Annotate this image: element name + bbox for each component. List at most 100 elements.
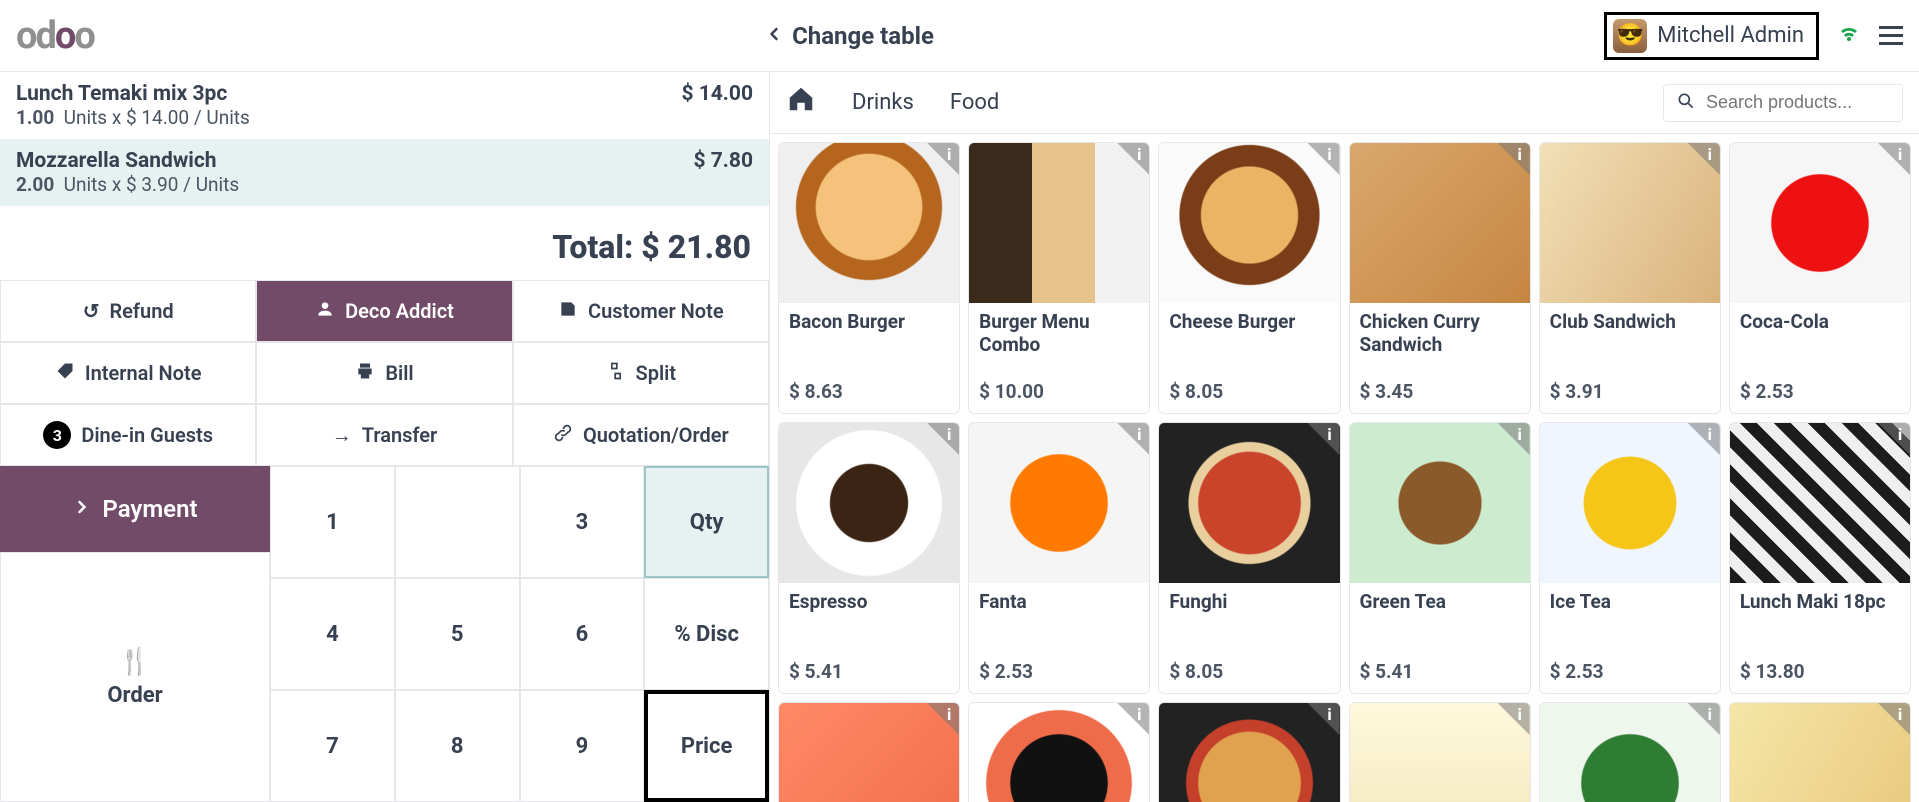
home-icon[interactable] <box>786 84 816 121</box>
product-card[interactable]: i Cheese Burger $ 8.05 <box>1158 142 1340 414</box>
numpad-mode-discount[interactable]: % Disc <box>644 578 769 690</box>
split-icon <box>606 361 626 386</box>
menu-icon[interactable] <box>1879 26 1903 45</box>
product-name: Cheese Burger <box>1159 303 1339 374</box>
numpad-4[interactable]: 4 <box>270 578 395 690</box>
change-table-button[interactable]: Change table <box>94 22 1604 50</box>
product-card[interactable]: i Chicken Curry Sandwich $ 3.45 <box>1349 142 1531 414</box>
app-logo[interactable]: odoo <box>16 14 94 58</box>
product-card[interactable]: i <box>1349 702 1531 802</box>
product-card[interactable]: i Coca-Cola $ 2.53 <box>1729 142 1911 414</box>
category-food[interactable]: Food <box>950 90 999 115</box>
user-name: Mitchell Admin <box>1657 23 1804 48</box>
chevron-right-icon <box>72 495 92 523</box>
order-line[interactable]: Mozzarella Sandwich 2.00 Units x $ 3.90 … <box>0 139 769 206</box>
product-thumb: i <box>969 143 1149 303</box>
search-box[interactable] <box>1663 84 1903 122</box>
product-grid: i Bacon Burger $ 8.63 i Burger Menu Comb… <box>770 134 1919 802</box>
product-card[interactable]: i <box>1158 702 1340 802</box>
product-price: $ 5.41 <box>779 654 959 693</box>
info-icon[interactable]: i <box>1688 423 1720 455</box>
avatar <box>1613 19 1647 53</box>
product-card[interactable]: i Green Tea $ 5.41 <box>1349 422 1531 694</box>
product-price: $ 8.63 <box>779 374 959 413</box>
product-thumb: i <box>1350 703 1530 802</box>
info-icon[interactable]: i <box>1308 703 1340 735</box>
info-icon[interactable]: i <box>1688 143 1720 175</box>
numpad-8[interactable]: 8 <box>395 690 520 802</box>
product-name: Green Tea <box>1350 583 1530 654</box>
search-icon <box>1676 91 1696 115</box>
order-line[interactable]: Lunch Temaki mix 3pc 1.00 Units x $ 14.0… <box>0 72 769 139</box>
numpad-3[interactable]: 3 <box>520 466 645 578</box>
product-name: Chicken Curry Sandwich <box>1350 303 1530 374</box>
customer-button[interactable]: Deco Addict <box>256 280 512 342</box>
search-input[interactable] <box>1706 92 1890 113</box>
product-name: Funghi <box>1159 583 1339 654</box>
numpad-7[interactable]: 7 <box>270 690 395 802</box>
info-icon[interactable]: i <box>1117 143 1149 175</box>
numpad-6[interactable]: 6 <box>520 578 645 690</box>
info-icon[interactable]: i <box>1498 143 1530 175</box>
info-icon[interactable]: i <box>1878 703 1910 735</box>
order-line-total: $ 7.80 <box>693 149 753 196</box>
order-button[interactable]: 🍴 Order <box>0 552 270 802</box>
product-thumb: i <box>1540 423 1720 583</box>
product-thumb: i <box>1159 703 1339 802</box>
info-icon[interactable]: i <box>1117 703 1149 735</box>
category-drinks[interactable]: Drinks <box>852 90 914 115</box>
info-icon[interactable]: i <box>1688 703 1720 735</box>
product-thumb: i <box>779 423 959 583</box>
user-menu[interactable]: Mitchell Admin <box>1604 12 1819 60</box>
product-card[interactable]: i <box>1539 702 1721 802</box>
info-icon[interactable]: i <box>1498 703 1530 735</box>
product-card[interactable]: i Espresso $ 5.41 <box>778 422 960 694</box>
product-card[interactable]: i <box>968 702 1150 802</box>
transfer-button[interactable]: → Transfer <box>256 404 512 466</box>
split-button[interactable]: Split <box>513 342 769 404</box>
numpad-9[interactable]: 9 <box>520 690 645 802</box>
numpad-mode-qty[interactable]: Qty <box>644 466 769 578</box>
product-price: $ 10.00 <box>969 374 1149 413</box>
chevron-left-icon <box>764 22 784 50</box>
info-icon[interactable]: i <box>927 423 959 455</box>
quotation-button[interactable]: Quotation/Order <box>513 404 769 466</box>
product-thumb: i <box>1730 143 1910 303</box>
undo-icon: ↺ <box>83 299 100 323</box>
info-icon[interactable]: i <box>1117 423 1149 455</box>
product-card[interactable]: i Ice Tea $ 2.53 <box>1539 422 1721 694</box>
product-name: Burger Menu Combo <box>969 303 1149 374</box>
product-price: $ 8.05 <box>1159 654 1339 693</box>
numpad-5[interactable]: 5 <box>395 578 520 690</box>
numpad-1[interactable]: 1 <box>270 466 395 578</box>
product-card[interactable]: i Lunch Maki 18pc $ 13.80 <box>1729 422 1911 694</box>
info-icon[interactable]: i <box>1308 143 1340 175</box>
product-card[interactable]: i Fanta $ 2.53 <box>968 422 1150 694</box>
customer-note-button[interactable]: Customer Note <box>513 280 769 342</box>
product-card[interactable]: i Funghi $ 8.05 <box>1158 422 1340 694</box>
print-icon <box>355 361 375 386</box>
product-card[interactable]: i <box>1729 702 1911 802</box>
info-icon[interactable]: i <box>927 143 959 175</box>
product-thumb: i <box>779 143 959 303</box>
product-name: Coca-Cola <box>1730 303 1910 374</box>
bill-button[interactable]: Bill <box>256 342 512 404</box>
info-icon[interactable]: i <box>1498 423 1530 455</box>
info-icon[interactable]: i <box>1308 423 1340 455</box>
product-card[interactable]: i <box>778 702 960 802</box>
product-card[interactable]: i Burger Menu Combo $ 10.00 <box>968 142 1150 414</box>
payment-button[interactable]: Payment <box>0 466 270 552</box>
product-thumb: i <box>1350 143 1530 303</box>
product-thumb: i <box>1159 423 1339 583</box>
product-card[interactable]: i Club Sandwich $ 3.91 <box>1539 142 1721 414</box>
info-icon[interactable]: i <box>1878 423 1910 455</box>
guests-button[interactable]: 3 Dine-in Guests <box>0 404 256 466</box>
product-name: Fanta <box>969 583 1149 654</box>
product-thumb: i <box>1350 423 1530 583</box>
info-icon[interactable]: i <box>927 703 959 735</box>
product-card[interactable]: i Bacon Burger $ 8.63 <box>778 142 960 414</box>
refund-button[interactable]: ↺ Refund <box>0 280 256 342</box>
info-icon[interactable]: i <box>1878 143 1910 175</box>
numpad-mode-price[interactable]: Price <box>644 690 769 802</box>
internal-note-button[interactable]: Internal Note <box>0 342 256 404</box>
